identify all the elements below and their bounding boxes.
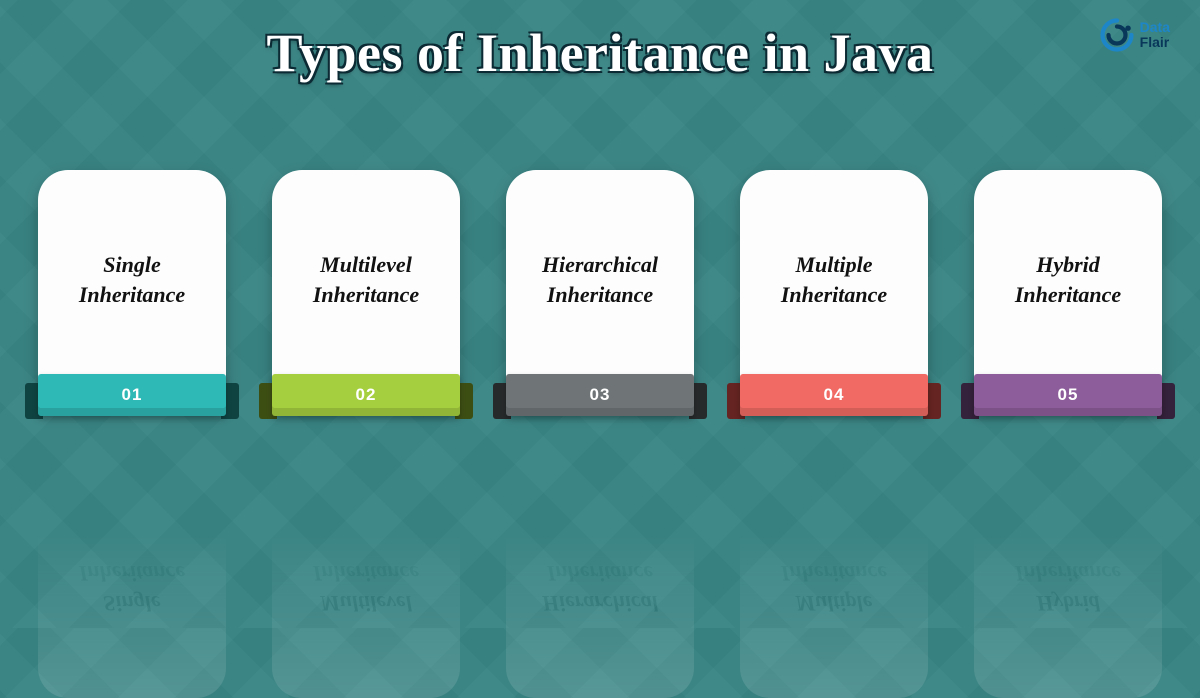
card-label-line1: Multilevel [320, 252, 412, 277]
card-label-line2: Inheritance [547, 282, 653, 307]
card: Hierarchical Inheritance 03 [506, 170, 694, 408]
ribbon-fold-left [493, 449, 511, 485]
card-label-line2: Inheritance [79, 561, 185, 586]
card-number: 04 [824, 385, 845, 405]
card-ribbon: 05 [961, 450, 1175, 494]
logo-line2: Flair [1140, 35, 1170, 50]
card-body: Multilevel Inheritance [272, 170, 460, 408]
ribbon-fold-right [1157, 449, 1175, 485]
card-label: Multiple Inheritance [781, 250, 887, 309]
card-label-line1: Hybrid [1036, 591, 1100, 616]
card: Single Inheritance 01 [38, 170, 226, 408]
card-label: Single Inheritance [79, 250, 185, 309]
card-number: 04 [824, 463, 845, 483]
card-ribbon: 05 [961, 374, 1175, 418]
card-label-line2: Inheritance [781, 561, 887, 586]
card: Hierarchical Inheritance 03 [506, 460, 694, 698]
card: Single Inheritance 01 [38, 460, 226, 698]
ribbon-bar: 02 [272, 374, 460, 416]
card-label-line2: Inheritance [313, 282, 419, 307]
card-label: Hybrid Inheritance [1015, 558, 1121, 617]
ribbon-fold-left [727, 449, 745, 485]
ribbon-bar: 01 [38, 374, 226, 416]
card-body: Hierarchical Inheritance [506, 460, 694, 698]
card-label-line2: Inheritance [781, 282, 887, 307]
card-label-line1: Hierarchical [542, 252, 658, 277]
card-label: Multilevel Inheritance [313, 250, 419, 309]
card-number: 02 [356, 385, 377, 405]
card-number: 01 [122, 385, 143, 405]
card-label-line2: Inheritance [1015, 282, 1121, 307]
card-label: Single Inheritance [79, 558, 185, 617]
ribbon-bar: 03 [506, 452, 694, 494]
card-label: Hierarchical Inheritance [542, 250, 658, 309]
card-label-line2: Inheritance [313, 561, 419, 586]
card-label-line2: Inheritance [1015, 561, 1121, 586]
ribbon-bar: 05 [974, 374, 1162, 416]
ribbon-fold-left [961, 449, 979, 485]
ribbon-fold-right [923, 449, 941, 485]
card-number: 05 [1058, 463, 1079, 483]
ribbon-bar: 04 [740, 374, 928, 416]
ribbon-bar: 05 [974, 452, 1162, 494]
card-ribbon: 03 [493, 450, 707, 494]
ribbon-fold-left [259, 449, 277, 485]
card-label: Hybrid Inheritance [1015, 250, 1121, 309]
card-label-line2: Inheritance [547, 561, 653, 586]
card: Multiple Inheritance 04 [740, 460, 928, 698]
card: Multiple Inheritance 04 [740, 170, 928, 408]
card-body: Single Inheritance [38, 170, 226, 408]
ribbon-bar: 04 [740, 452, 928, 494]
card-number: 05 [1058, 385, 1079, 405]
card-label-line1: Multilevel [320, 591, 412, 616]
card-label-line1: Single [103, 252, 160, 277]
card-body: Multiple Inheritance [740, 460, 928, 698]
card-number: 03 [590, 463, 611, 483]
ribbon-fold-right [455, 449, 473, 485]
card-body: Multiple Inheritance [740, 170, 928, 408]
brand-logo: Data Flair [1100, 18, 1170, 52]
card: Multilevel Inheritance 02 [272, 170, 460, 408]
card: Hybrid Inheritance 05 [974, 170, 1162, 408]
card-label-line1: Hierarchical [542, 591, 658, 616]
ribbon-fold-right [221, 449, 239, 485]
logo-line1: Data [1140, 20, 1170, 35]
card-label-line1: Single [103, 591, 160, 616]
card-number: 02 [356, 463, 377, 483]
card-ribbon: 04 [727, 374, 941, 418]
cards-row: Single Inheritance 01 Multilevel Inherit… [0, 170, 1200, 408]
ribbon-bar: 02 [272, 452, 460, 494]
logo-text: Data Flair [1140, 20, 1170, 49]
card-ribbon: 02 [259, 450, 473, 494]
card-label-line1: Multiple [795, 591, 872, 616]
page-title: Types of Inheritance in Java [0, 0, 1200, 84]
card-ribbon: 01 [25, 450, 239, 494]
card: Hybrid Inheritance 05 [974, 460, 1162, 698]
card-body: Hierarchical Inheritance [506, 170, 694, 408]
card-label-line1: Hybrid [1036, 252, 1100, 277]
card-label-line1: Multiple [795, 252, 872, 277]
card-ribbon: 02 [259, 374, 473, 418]
card-label-line2: Inheritance [79, 282, 185, 307]
card-body: Hybrid Inheritance [974, 170, 1162, 408]
card-number: 03 [590, 385, 611, 405]
card-label: Multilevel Inheritance [313, 558, 419, 617]
ribbon-fold-left [25, 449, 43, 485]
card-ribbon: 04 [727, 450, 941, 494]
ribbon-bar: 03 [506, 374, 694, 416]
card-body: Multilevel Inheritance [272, 460, 460, 698]
logo-swirl-icon [1100, 18, 1134, 52]
card-number: 01 [122, 463, 143, 483]
card-ribbon: 01 [25, 374, 239, 418]
card-label: Multiple Inheritance [781, 558, 887, 617]
card-body: Hybrid Inheritance [974, 460, 1162, 698]
cards-reflection: Single Inheritance 01 Multilevel Inherit… [0, 460, 1200, 698]
card-label: Hierarchical Inheritance [542, 558, 658, 617]
card-body: Single Inheritance [38, 460, 226, 698]
ribbon-bar: 01 [38, 452, 226, 494]
card: Multilevel Inheritance 02 [272, 460, 460, 698]
ribbon-fold-right [689, 449, 707, 485]
card-ribbon: 03 [493, 374, 707, 418]
